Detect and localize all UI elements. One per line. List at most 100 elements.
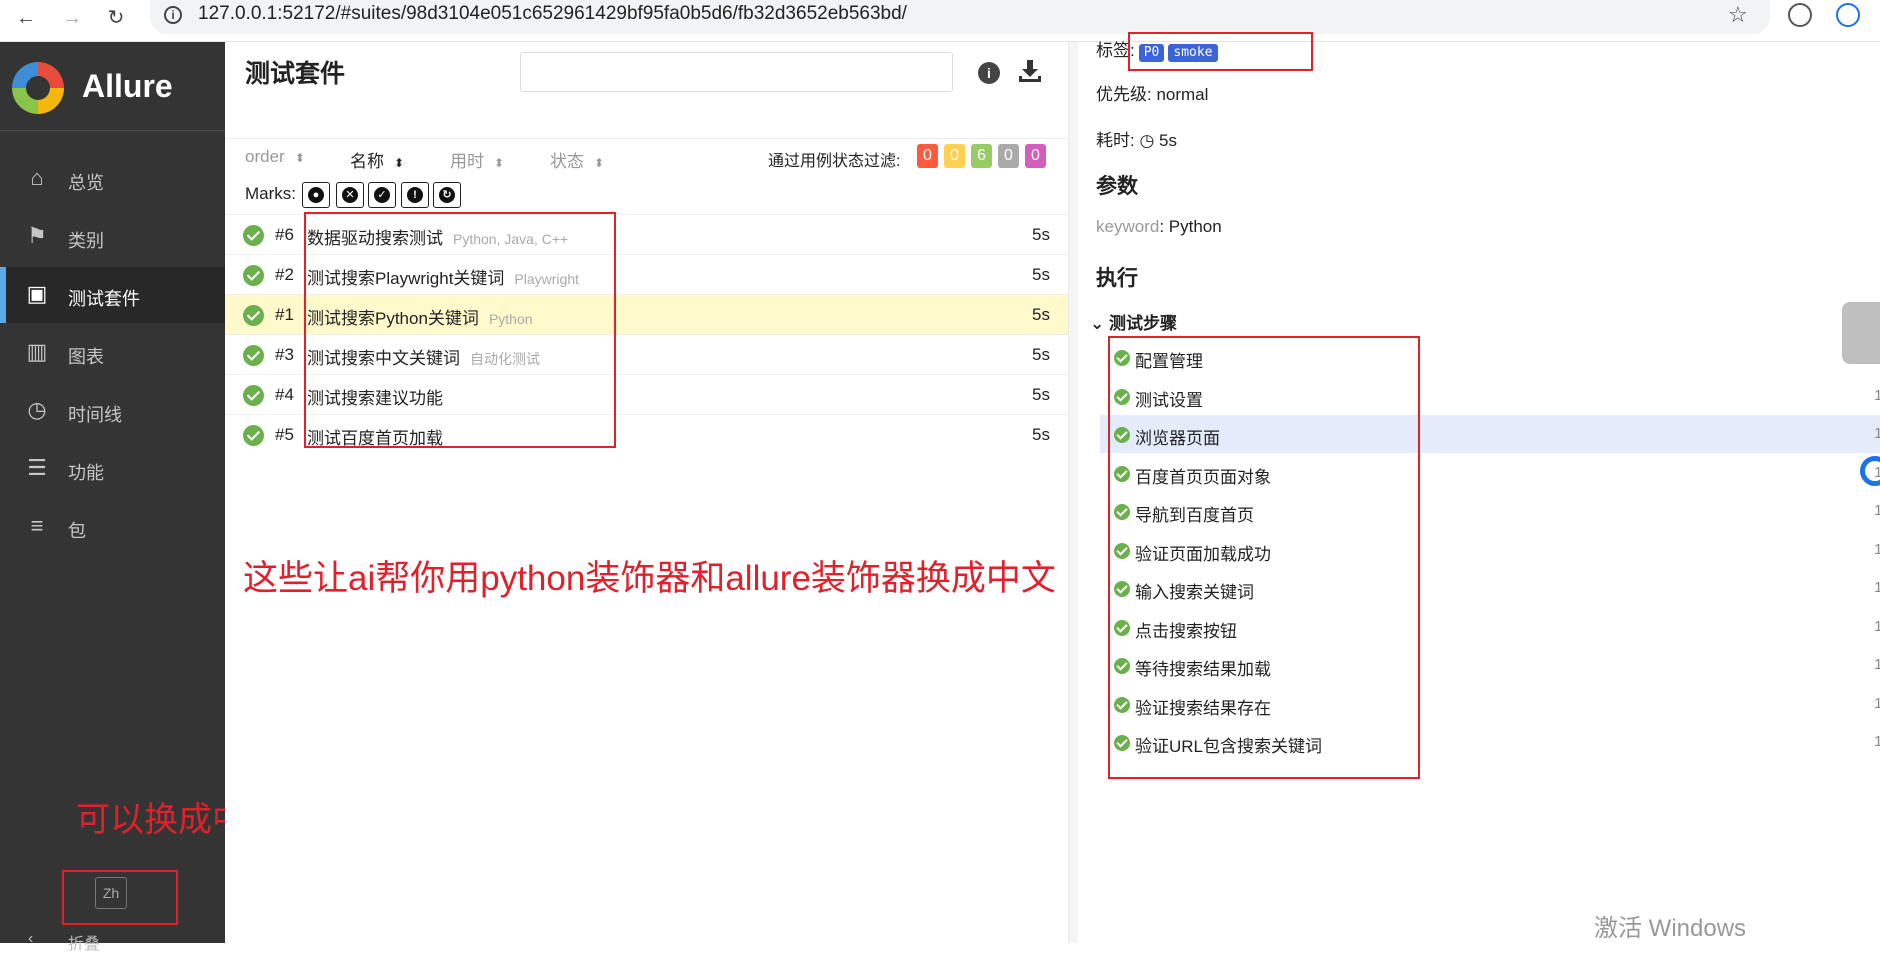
sidebar-item-label: 时间线 bbox=[68, 405, 122, 425]
test-order: #4 bbox=[275, 385, 294, 404]
sort-status[interactable]: 状态 ⬍ bbox=[550, 147, 604, 172]
check-circle-icon: ✓ bbox=[374, 187, 390, 203]
mark-retries-button[interactable]: ↻ bbox=[433, 182, 461, 208]
sidebar-item-behaviors[interactable]: ☰ 功能 bbox=[0, 441, 225, 497]
step-duration: 1s bbox=[1874, 502, 1880, 519]
annotation-box-steps bbox=[1108, 336, 1420, 779]
param-row: keyword: Python bbox=[1096, 217, 1222, 237]
status-filter-label: 通过用例状态过滤: bbox=[768, 153, 901, 170]
step-duration: 1s bbox=[1874, 618, 1880, 635]
duration-value: 5s bbox=[1159, 131, 1178, 150]
test-duration: 5s bbox=[1032, 225, 1050, 244]
duration-label: 耗时: bbox=[1096, 131, 1135, 150]
passed-status-icon bbox=[243, 305, 264, 326]
info-icon[interactable]: i bbox=[978, 62, 1000, 84]
filter-failed-badge[interactable]: 0 bbox=[917, 144, 938, 168]
forward-icon[interactable]: → bbox=[58, 4, 86, 32]
bar-chart-icon: ▥ bbox=[26, 339, 48, 364]
address-bar[interactable]: i 127.0.0.1:52172/#suites/98d3104e051c65… bbox=[150, 0, 1770, 34]
passed-status-icon bbox=[243, 225, 264, 246]
times-circle-icon: ✕ bbox=[342, 187, 358, 203]
site-info-icon[interactable]: i bbox=[164, 6, 182, 24]
test-duration: 5s bbox=[1032, 265, 1050, 284]
sidebar-item-overview[interactable]: ⌂ 总览 bbox=[0, 151, 225, 207]
back-icon[interactable]: ← bbox=[12, 4, 40, 32]
step-duration: 1s bbox=[1874, 387, 1880, 404]
browser-toolbar: ← → ↻ i 127.0.0.1:52172/#suites/98d3104e… bbox=[0, 0, 1880, 42]
test-order: #2 bbox=[275, 265, 294, 284]
sidebar-item-label: 测试套件 bbox=[68, 289, 140, 309]
test-duration: 5s bbox=[1032, 305, 1050, 324]
mark-new-failed-button[interactable]: ✕ bbox=[336, 182, 364, 208]
step-duration: 1s bbox=[1874, 579, 1880, 596]
sidebar-item-timeline[interactable]: ◷ 时间线 bbox=[0, 383, 225, 439]
sort-duration-label: 用时 bbox=[450, 152, 484, 171]
sort-duration[interactable]: 用时 ⬍ bbox=[450, 147, 504, 172]
sort-header: order ⬍ 名称 ⬍ 用时 ⬍ 状态 ⬍ 通过用例状态过滤: 0 0 6 0 0 bbox=[225, 138, 1070, 176]
sort-name-label: 名称 bbox=[350, 152, 384, 171]
collapse-label[interactable]: 折叠 bbox=[68, 930, 100, 954]
step-duration: 1s bbox=[1874, 425, 1880, 442]
duration-row: 耗时: ◷ 5s bbox=[1096, 126, 1177, 151]
align-left-icon: ≡ bbox=[30, 513, 44, 538]
step-duration: 1s bbox=[1874, 733, 1880, 750]
sidebar-item-packages[interactable]: ≡ 包 bbox=[0, 499, 225, 555]
params-title: 参数 bbox=[1096, 175, 1138, 198]
sidebar-divider bbox=[0, 130, 225, 131]
steps-title: 测试步骤 bbox=[1108, 314, 1177, 333]
param-key: keyword bbox=[1096, 217, 1160, 236]
filter-broken-badge[interactable]: 0 bbox=[944, 144, 965, 168]
passed-status-icon bbox=[243, 425, 264, 446]
marks-row: Marks: ● ✕ ✓ ! ↻ bbox=[225, 176, 1070, 214]
passed-status-icon bbox=[243, 345, 264, 366]
passed-status-icon bbox=[243, 385, 264, 406]
brand-name: Allure bbox=[82, 68, 173, 104]
sort-arrows-icon: ⬍ bbox=[594, 156, 605, 170]
sort-name[interactable]: 名称 ⬍ bbox=[350, 147, 404, 172]
mark-new-broken-button[interactable]: ! bbox=[401, 182, 429, 208]
url-text[interactable]: 127.0.0.1:52172/#suites/98d3104e051c6529… bbox=[198, 3, 907, 25]
sort-up-icon: ⬍ bbox=[394, 156, 405, 170]
side-panel-tab[interactable] bbox=[1842, 302, 1880, 364]
sidebar-item-categories[interactable]: ⚑ 类别 bbox=[0, 209, 225, 265]
steps-toggle[interactable]: ⌄ 测试步骤 bbox=[1090, 309, 1177, 334]
sidebar-item-label: 包 bbox=[68, 521, 86, 541]
refresh-icon: ↻ bbox=[439, 187, 455, 203]
mark-new-passed-button[interactable]: ✓ bbox=[368, 182, 396, 208]
annotation-box-test-names bbox=[304, 212, 616, 448]
sort-status-label: 状态 bbox=[550, 152, 584, 171]
sidebar-item-label: 总览 bbox=[68, 173, 104, 193]
filter-unknown-badge[interactable]: 0 bbox=[1025, 144, 1046, 168]
test-duration: 5s bbox=[1032, 385, 1050, 404]
sidebar-item-suites[interactable]: ▣ 测试套件 bbox=[0, 267, 225, 323]
test-order: #5 bbox=[275, 425, 294, 444]
bookmark-star-icon[interactable]: ☆ bbox=[1728, 2, 1748, 28]
filter-skipped-badge[interactable]: 0 bbox=[998, 144, 1019, 168]
sort-arrows-icon: ⬍ bbox=[294, 151, 305, 165]
search-input[interactable] bbox=[520, 52, 953, 92]
chevron-down-icon: ⌄ bbox=[1090, 314, 1105, 333]
bomb-icon: ● bbox=[308, 187, 324, 203]
reload-icon[interactable]: ↻ bbox=[102, 4, 130, 32]
mark-flaky-button[interactable]: ● bbox=[302, 182, 330, 208]
sort-arrows-icon: ⬍ bbox=[494, 156, 505, 170]
home-icon: ⌂ bbox=[30, 165, 44, 190]
sidebar-item-label: 图表 bbox=[68, 347, 104, 367]
execution-title: 执行 bbox=[1096, 267, 1138, 290]
pane-splitter[interactable] bbox=[1068, 42, 1078, 943]
passed-status-icon bbox=[243, 265, 264, 286]
test-order: #6 bbox=[275, 225, 294, 244]
param-value: : Python bbox=[1159, 217, 1222, 236]
filter-passed-badge[interactable]: 6 bbox=[971, 144, 992, 168]
extension-icon[interactable] bbox=[1788, 3, 1812, 27]
suites-panel: 测试套件 i order ⬍ 名称 ⬍ 用时 ⬍ 状态 ⬍ 通过用例状态过滤: 0 0 … bbox=[225, 42, 1070, 943]
clock-icon: ◷ bbox=[27, 397, 47, 422]
briefcase-icon: ▣ bbox=[26, 281, 48, 306]
profile-icon[interactable] bbox=[1836, 3, 1860, 27]
annotation-translate-note: 这些让ai帮你用python装饰器和allure装饰器换成中文 bbox=[243, 559, 1056, 598]
download-icon[interactable] bbox=[1017, 58, 1043, 84]
sort-order[interactable]: order ⬍ bbox=[245, 147, 305, 167]
collapse-icon[interactable]: ‹ bbox=[28, 930, 33, 948]
allure-logo-icon bbox=[12, 62, 64, 114]
sidebar-item-graphs[interactable]: ▥ 图表 bbox=[0, 325, 225, 381]
